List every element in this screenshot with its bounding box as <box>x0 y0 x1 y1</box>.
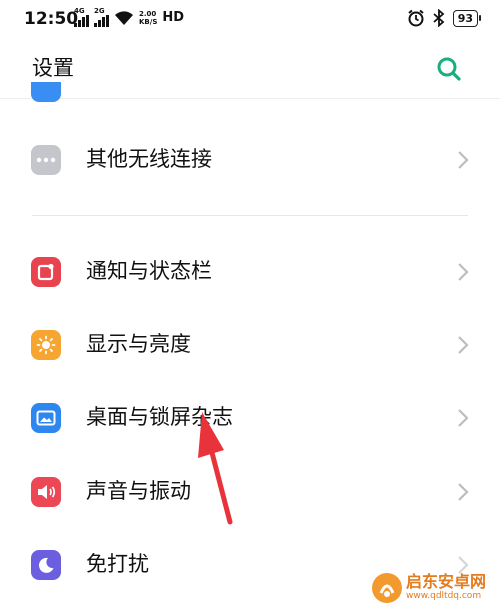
settings-item-label: 免打扰 <box>86 552 149 576</box>
hd-voice-icon: HD <box>162 10 185 25</box>
section-divider <box>32 215 468 216</box>
status-time: 12:50 <box>24 9 79 29</box>
watermark-logo <box>372 573 402 603</box>
chevron-right-icon <box>458 263 469 281</box>
settings-item-other-wireless[interactable]: 其他无线连接 <box>0 130 500 190</box>
brightness-icon <box>31 330 61 360</box>
settings-item-label: 声音与振动 <box>86 479 191 503</box>
watermark-url: www.qdltdq.com <box>406 591 482 601</box>
annotation-arrow <box>198 412 233 525</box>
page-title: 设置 <box>32 56 74 80</box>
chevron-right-icon <box>458 336 469 354</box>
app-header: 设置 <box>0 38 500 99</box>
settings-item-display[interactable]: 显示与亮度 <box>0 315 500 375</box>
more-dots-icon <box>31 145 61 175</box>
sound-icon <box>31 477 61 507</box>
bluetooth-icon <box>433 9 445 27</box>
signal-4g-icon: 4G <box>74 8 89 27</box>
settings-item-notifications[interactable]: 通知与状态栏 <box>0 242 500 302</box>
settings-item-label: 通知与状态栏 <box>86 259 212 283</box>
wallpaper-icon <box>31 403 61 433</box>
previous-item-icon <box>31 82 61 102</box>
wifi-icon <box>115 10 133 25</box>
chevron-right-icon <box>458 151 469 169</box>
status-bar: 12:50 4G 2G 2.00 KB/S HD 93 <box>0 0 500 38</box>
watermark-title: 启东安卓网 <box>406 572 487 591</box>
battery-icon: 93 <box>452 9 482 27</box>
alarm-icon <box>408 9 424 27</box>
chevron-right-icon <box>458 483 469 501</box>
settings-item-label: 其他无线连接 <box>86 147 212 171</box>
chevron-right-icon <box>458 409 469 427</box>
moon-icon <box>31 550 61 580</box>
search-icon[interactable] <box>432 52 466 86</box>
settings-item-desktop-lockscreen[interactable]: 桌面与锁屏杂志 <box>0 388 500 448</box>
status-right-icons: 93 <box>407 9 482 27</box>
notification-icon <box>31 257 61 287</box>
settings-item-label: 显示与亮度 <box>86 332 191 356</box>
status-left-icons: 4G 2G 2.00 KB/S HD <box>74 8 184 27</box>
network-speed: 2.00 KB/S <box>139 9 158 26</box>
settings-item-sound[interactable]: 声音与振动 <box>0 462 500 522</box>
signal-2g-icon: 2G <box>94 8 109 27</box>
watermark: 启东安卓网 www.qdltdq.com <box>406 573 486 602</box>
